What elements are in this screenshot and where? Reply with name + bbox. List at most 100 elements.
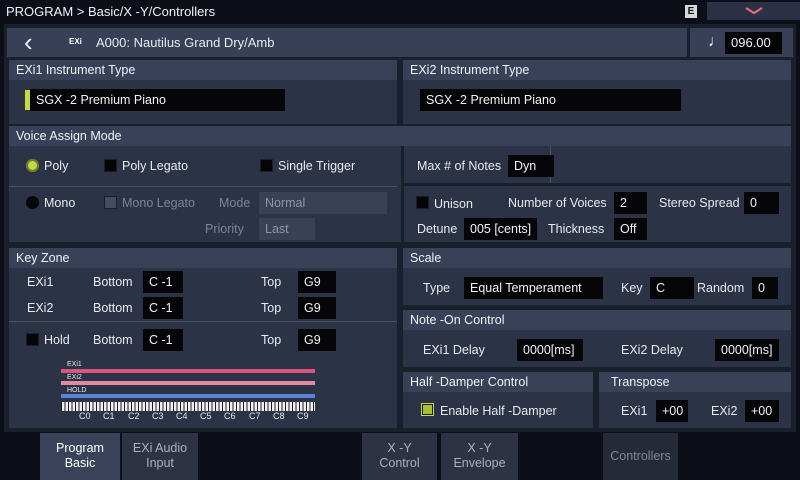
scale-type-value[interactable]: Equal Temperament: [464, 277, 603, 299]
kz-exi2-bottom-label: Bottom: [93, 301, 133, 315]
exi2-instrument-title: EXi2 Instrument Type: [403, 60, 791, 80]
voice-row-divider: [9, 186, 397, 187]
e-badge: E: [685, 5, 697, 18]
detune-label: Detune: [417, 222, 458, 236]
voice-assign-panel: Voice Assign Mode: [9, 126, 791, 242]
transpose-exi1-label: EXi1: [621, 404, 648, 418]
zone-bar-exi1-label: EXi1: [67, 361, 82, 368]
octave-label: C9: [297, 411, 309, 421]
kz-exi1-bottom-value[interactable]: C -1: [143, 271, 183, 293]
single-trigger-label: Single Trigger: [278, 159, 356, 173]
priority-value[interactable]: Last: [259, 218, 315, 240]
zone-bar-exi2-label: EXi2: [67, 374, 82, 381]
transpose-exi1-value[interactable]: +00: [656, 400, 688, 422]
scale-key-value[interactable]: C: [650, 277, 694, 299]
tab-program-basic[interactable]: Program Basic: [40, 433, 120, 480]
zone-bar-exi2: [61, 381, 315, 385]
thickness-label: Thickness: [548, 222, 605, 236]
note-on-title: Note -On Control: [403, 310, 791, 330]
kz-hold-bottom-value[interactable]: C -1: [143, 329, 183, 351]
octave-label: C8: [273, 411, 285, 421]
zone-bar-hold-label: HOLD: [67, 387, 87, 394]
hold-checkbox[interactable]: [26, 333, 39, 346]
mono-legato-checkbox[interactable]: [104, 196, 117, 209]
back-icon[interactable]: ‹: [24, 28, 33, 56]
mono-legato-label: Mono Legato: [122, 196, 195, 210]
transpose-exi2-value[interactable]: +00: [745, 400, 779, 422]
poly-legato-label: Poly Legato: [122, 159, 189, 173]
detune-value[interactable]: 005 [cents]: [464, 218, 537, 240]
octave-label: C5: [200, 411, 212, 421]
tab-label: X -Y: [467, 441, 492, 455]
exi-badge: EXi: [69, 37, 82, 46]
kz-exi1-top-value[interactable]: G9: [298, 271, 336, 293]
program-name[interactable]: A000: Nautilus Grand Dry/Amb: [96, 35, 274, 50]
tab-label: Basic: [64, 456, 96, 470]
mini-keyboard: [61, 402, 315, 411]
exi1-instrument-title: EXi1 Instrument Type: [9, 60, 397, 80]
octave-label: C2: [128, 411, 140, 421]
unison-label: Unison: [434, 197, 473, 211]
priority-label: Priority: [205, 222, 244, 236]
thickness-value[interactable]: Off: [614, 218, 647, 240]
tab-controllers[interactable]: Controllers: [603, 433, 678, 480]
kz-exi2-label: EXi2: [27, 301, 54, 315]
tempo-panel: ♩ 096.00: [690, 28, 793, 57]
num-voices-label: Number of Voices: [508, 196, 607, 210]
mono-label: Mono: [44, 196, 76, 210]
checkbox-fill: [423, 405, 432, 414]
poly-legato-checkbox[interactable]: [104, 159, 117, 172]
exi1-instrument-value[interactable]: SGX -2 Premium Piano: [30, 89, 285, 111]
key-zone-divider: [9, 321, 397, 322]
transpose-exi2-label: EXi2: [711, 404, 738, 418]
kz-hold-bottom-label: Bottom: [93, 333, 133, 347]
kz-exi2-top-label: Top: [261, 301, 282, 315]
octave-label: C4: [176, 411, 188, 421]
half-damper-checkbox[interactable]: [421, 403, 434, 416]
chevron-down-icon: [745, 7, 763, 15]
kz-exi1-top-label: Top: [261, 275, 282, 289]
mode-value[interactable]: Normal: [259, 192, 387, 214]
num-voices-value[interactable]: 2: [614, 192, 647, 214]
scale-random-value[interactable]: 0: [752, 277, 778, 299]
program-header: ‹ EXi A000: Nautilus Grand Dry/Amb: [7, 28, 687, 57]
unison-checkbox[interactable]: [416, 196, 429, 209]
octave-label: C3: [152, 411, 164, 421]
exi1-instrument-panel: EXi1 Instrument Type SGX -2 Premium Pian…: [9, 60, 397, 124]
zone-bar-exi1: [61, 369, 315, 373]
note-icon: ♩: [708, 33, 724, 50]
tempo-value[interactable]: 096.00: [725, 32, 782, 54]
poly-radio[interactable]: [26, 159, 39, 172]
kz-exi2-bottom-value[interactable]: C -1: [143, 297, 183, 319]
tab-exi-audio-input[interactable]: EXi Audio Input: [122, 433, 198, 480]
exi2-instrument-value[interactable]: SGX -2 Premium Piano: [420, 89, 681, 111]
tab-xy-control[interactable]: X -Y Control: [362, 433, 437, 480]
exi2-delay-value[interactable]: 0000[ms]: [715, 339, 779, 361]
kz-exi1-label: EXi1: [27, 275, 54, 289]
octave-label: C6: [224, 411, 236, 421]
mono-radio[interactable]: [26, 196, 39, 209]
octave-label: C1: [103, 411, 115, 421]
exi1-delay-label: EXi1 Delay: [423, 343, 485, 357]
title-bar: PROGRAM > Basic/X -Y/Controllers E: [0, 0, 800, 22]
scale-type-label: Type: [423, 281, 451, 295]
tab-xy-envelope[interactable]: X -Y Envelope: [441, 433, 518, 480]
half-damper-title: Half -Damper Control: [403, 372, 593, 392]
kz-hold-top-value[interactable]: G9: [298, 329, 336, 351]
tab-label: EXi Audio: [132, 441, 188, 455]
kz-exi2-top-value[interactable]: G9: [298, 297, 336, 319]
octave-label: C7: [249, 411, 261, 421]
stereo-spread-value[interactable]: 0: [744, 192, 779, 214]
zone-bar-hold: [61, 394, 315, 398]
kz-exi1-bottom-label: Bottom: [93, 275, 133, 289]
key-zone-title: Key Zone: [9, 248, 397, 268]
menu-dropdown-button[interactable]: [707, 2, 800, 20]
exi1-delay-value[interactable]: 0000[ms]: [517, 339, 583, 361]
voice-right-divider: [401, 183, 791, 186]
tab-label: Control: [379, 456, 420, 470]
tab-label: X -Y: [387, 441, 412, 455]
mode-label: Mode: [219, 196, 251, 210]
tab-label: Input: [146, 456, 174, 470]
single-trigger-checkbox[interactable]: [260, 159, 273, 172]
max-notes-value[interactable]: Dyn: [508, 155, 554, 177]
